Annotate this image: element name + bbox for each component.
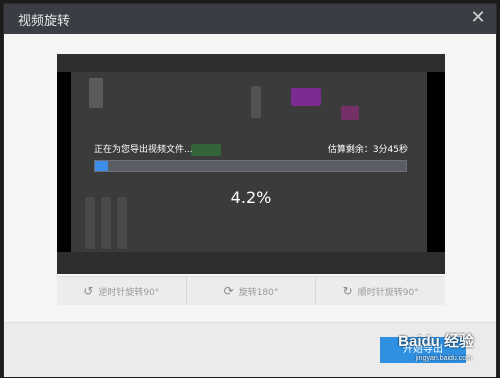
rotate-180-button[interactable]: ⟳ 旋转180° <box>187 277 317 305</box>
rotate-controls: ↺ 逆时针旋转90° ⟳ 旋转180° ↻ 顺时针旋转90° <box>57 276 445 305</box>
rotate-ccw-90-button[interactable]: ↺ 逆时针旋转90° <box>57 277 187 305</box>
video-rotate-dialog: 视频旋转 ✕ 正在为您导出视频文件... 估算剩余：3分45秒 4.2% ↺ 逆… <box>3 3 497 377</box>
rotate-ccw-icon: ↺ <box>83 284 94 298</box>
rotate-180-icon: ⟳ <box>223 284 234 298</box>
baidu-watermark: Baidu 经验 <box>398 333 474 350</box>
time-remaining: 估算剩余：3分45秒 <box>327 145 408 155</box>
video-content-shape <box>191 144 221 156</box>
rotate-cw-icon: ↻ <box>342 284 353 298</box>
rotate-cw-90-label: 顺时针旋转90° <box>357 287 419 298</box>
close-icon[interactable]: ✕ <box>468 8 488 28</box>
dialog-title: 视频旋转 <box>18 14 71 29</box>
video-preview: 正在为您导出视频文件... 估算剩余：3分45秒 4.2% <box>57 54 445 274</box>
video-content-shape <box>251 86 261 118</box>
video-content-shape <box>89 78 103 108</box>
rotate-cw-90-button[interactable]: ↻ 顺时针旋转90° <box>316 277 445 305</box>
export-progress-fill <box>95 161 109 171</box>
export-progress-bar <box>94 160 407 172</box>
progress-percent: 4.2% <box>230 188 272 207</box>
letterbox-left <box>57 72 71 252</box>
export-status-label: 正在为您导出视频文件... <box>94 145 193 155</box>
video-content-shape <box>341 106 359 120</box>
title-bar: 视频旋转 ✕ <box>4 4 496 34</box>
baidu-watermark-url: jingyan.baidu.com <box>415 355 472 362</box>
rotate-180-label: 旋转180° <box>238 287 279 298</box>
letterbox-right <box>427 72 445 252</box>
video-content-shape <box>291 88 321 106</box>
rotate-ccw-90-label: 逆时针旋转90° <box>98 287 160 298</box>
